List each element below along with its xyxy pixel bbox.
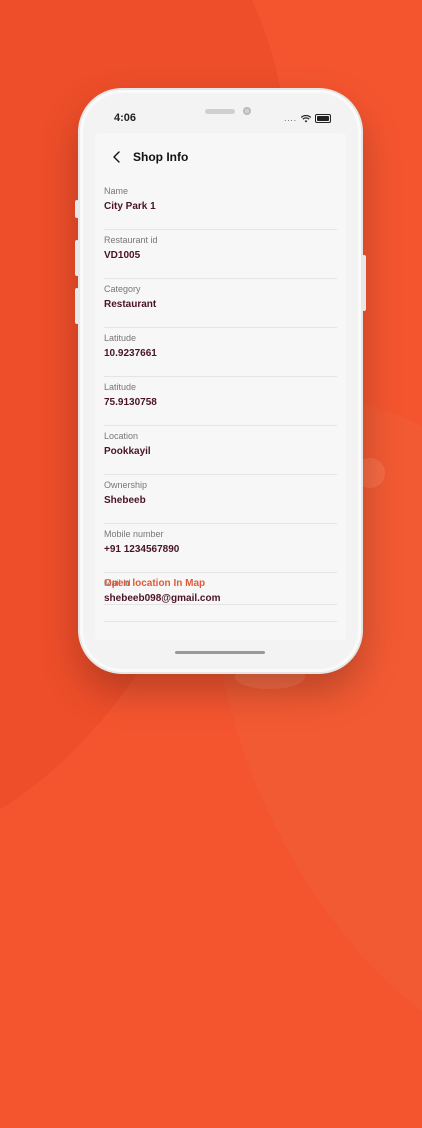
- phone-frame: 4:06 .... Shop Info Name City Park 1 Res…: [75, 90, 366, 672]
- field-value: Pookkayil: [104, 446, 151, 457]
- field-value: VD1005: [104, 250, 141, 261]
- field-value: Restaurant: [104, 299, 157, 310]
- field-label: Location: [104, 431, 139, 441]
- wifi-icon: [301, 114, 311, 122]
- phone-volume-up: [75, 240, 79, 276]
- home-indicator[interactable]: [175, 651, 265, 654]
- field-latitude: Latitude 10.9237661: [104, 333, 337, 377]
- signal-icon: ....: [284, 114, 297, 123]
- open-location-map-link[interactable]: Open location In Map: [104, 578, 337, 605]
- field-value: 10.9237661: [104, 348, 157, 359]
- field-label: Latitude: [104, 382, 137, 392]
- field-label: Category: [104, 284, 141, 294]
- field-label: Mobile number: [104, 529, 164, 539]
- phone-volume-down: [75, 288, 79, 324]
- status-icons: ....: [284, 114, 331, 123]
- phone-power-button: [362, 255, 366, 311]
- field-value: +91 1234567890: [104, 544, 180, 555]
- status-time: 4:06: [114, 112, 137, 124]
- info-list: Name City Park 1 Restaurant id VD1005 Ca…: [104, 181, 337, 623]
- field-label: Name: [104, 186, 129, 196]
- field-ownership: Ownership Shebeeb: [104, 480, 337, 524]
- field-category: Category Restaurant: [104, 284, 337, 328]
- phone-side-button: [75, 200, 79, 218]
- field-label: Latitude: [104, 333, 137, 343]
- field-longitude: Latitude 75.9130758: [104, 382, 337, 426]
- field-restaurant-id: Restaurant id VD1005: [104, 235, 337, 279]
- field-name: Name City Park 1: [104, 186, 337, 230]
- app-header: Shop Info: [109, 149, 188, 165]
- battery-icon: [315, 114, 331, 123]
- page-title: Shop Info: [133, 150, 189, 164]
- field-location: Location Pookkayil: [104, 431, 337, 475]
- speaker-grille: [205, 109, 235, 114]
- field-label: Restaurant id: [104, 235, 158, 245]
- back-arrow-icon[interactable]: [109, 149, 125, 165]
- field-value: 75.9130758: [104, 397, 157, 408]
- field-value: Shebeeb: [104, 495, 146, 506]
- app-screen: Shop Info Name City Park 1 Restaurant id…: [95, 133, 346, 640]
- camera-icon: [243, 107, 251, 115]
- field-mobile-number: Mobile number +91 1234567890: [104, 529, 337, 573]
- field-label: Ownership: [104, 480, 148, 490]
- field-value: City Park 1: [104, 201, 156, 212]
